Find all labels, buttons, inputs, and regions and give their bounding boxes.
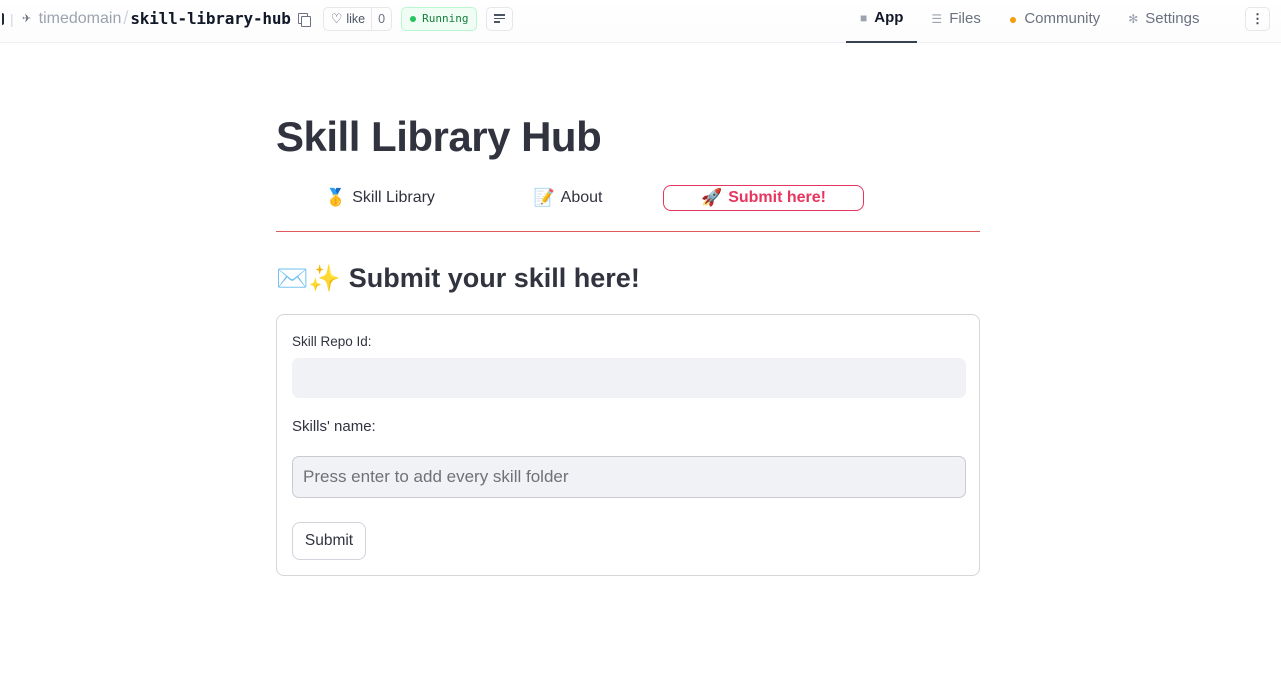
skills-name-label: Skills' name: [292,418,376,435]
app-cube-icon: ■ [860,10,868,25]
submit-button[interactable]: Submit [292,522,366,560]
files-icon: ☰ [931,11,943,26]
rocket-icon: 🚀 [701,188,723,207]
submit-form: Skill Repo Id: Skills' name: Submit [276,314,980,576]
tab-files[interactable]: ☰ Files [917,0,994,43]
nav-about-label: About [560,189,603,206]
space-tabs: ■ App ☰ Files ● Community ✻ Settings [846,0,1213,43]
tab-settings-label: Settings [1145,10,1200,27]
like-label: like [346,11,366,26]
tab-community-label: Community [1024,10,1101,27]
copy-icon[interactable] [297,12,311,27]
tab-app-label: App [874,9,904,26]
like-button-main[interactable]: ♡ like [324,8,371,30]
nav-about[interactable]: 📝 About [464,185,672,211]
envelope-sparkles-icon: ✉️✨ [276,263,341,293]
logs-button[interactable] [486,6,514,31]
nav-divider [276,231,980,232]
skills-name-input[interactable] [292,456,966,498]
repo-id-label: Skill Repo Id: [292,334,372,349]
community-icon: ● [1008,10,1018,27]
space-avatar-icon: ✈ [22,13,32,25]
status-label: Running [422,12,469,25]
page-title: Skill Library Hub [276,113,602,160]
status-dot-icon [410,15,417,22]
nav-submit[interactable]: 🚀 Submit here! [663,185,864,211]
breadcrumb-divider: | [10,10,14,27]
repo-name-link[interactable]: skill-library-hub [130,9,291,28]
memo-icon: 📝 [533,188,555,207]
owner-link[interactable]: timedomain [39,10,122,28]
more-options-button[interactable]: ⋮ [1245,7,1270,31]
repo-id-input[interactable] [292,358,966,398]
nav-skill-library-label: Skill Library [352,189,435,206]
tab-settings[interactable]: ✻ Settings [1114,0,1213,43]
breadcrumb: | ✈ timedomain / skill-library-hub ♡ lik… [0,0,514,37]
space-header: | ✈ timedomain / skill-library-hub ♡ lik… [0,0,1281,43]
spaces-logo-fragment [0,12,4,25]
nav-submit-label: Submit here! [728,189,826,206]
nav-skill-library[interactable]: 🥇 Skill Library [276,185,484,211]
tab-files-label: Files [949,10,981,27]
tab-community[interactable]: ● Community [995,0,1114,43]
breadcrumb-slash: / [123,8,129,28]
gear-icon: ✻ [1128,11,1139,26]
like-count[interactable]: 0 [371,7,391,30]
section-heading: ✉️✨ Submit your skill here! [276,263,640,294]
status-badge[interactable]: Running [401,6,478,31]
section-heading-text: Submit your skill here! [348,263,640,293]
like-button[interactable]: ♡ like 0 [322,6,393,31]
logs-icon [494,14,506,23]
medal-icon: 🥇 [325,188,347,207]
app-nav: 🥇 Skill Library 📝 About 🚀 Submit here! [276,183,980,213]
tab-app[interactable]: ■ App [846,0,918,43]
heart-icon: ♡ [330,10,343,26]
